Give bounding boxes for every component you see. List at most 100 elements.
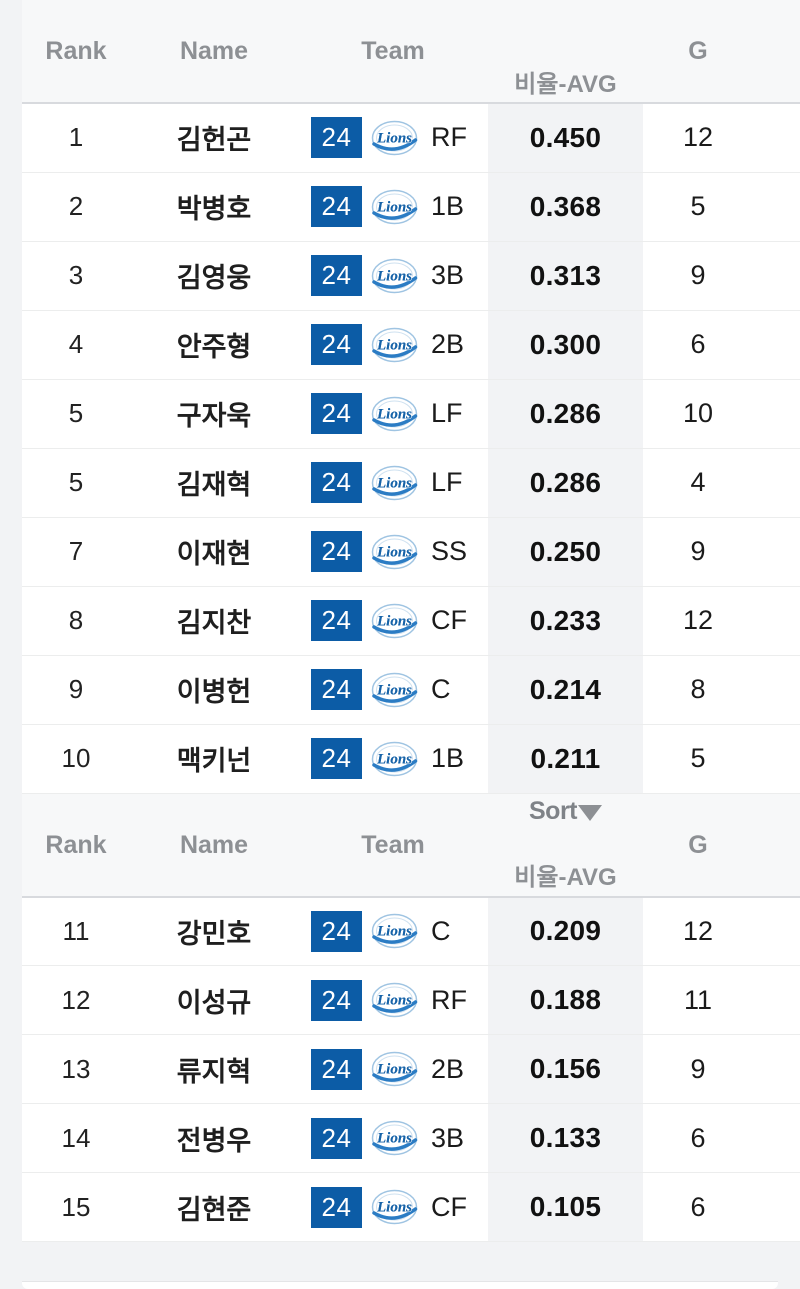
column-header-team[interactable]: Team [298, 0, 488, 104]
column-header-next-1[interactable]: I [753, 793, 800, 898]
column-header-g[interactable]: G [643, 793, 753, 898]
cell-avg: 0.209 [488, 896, 643, 966]
column-header-rank[interactable]: Rank [22, 793, 130, 898]
svg-text:Lions: Lions [376, 682, 412, 698]
cell-player-name[interactable]: 김재혁 [130, 448, 298, 518]
cell-rank: 2 [22, 172, 130, 242]
cell-team: 24 Lions Lions 2B [298, 1034, 488, 1104]
column-header-name-label: Name [179, 37, 249, 65]
cell-games: 6 [643, 1103, 753, 1173]
cell-avg: 0.214 [488, 655, 643, 725]
cell-team: 24 Lions Lions C [298, 896, 488, 966]
column-header-name[interactable]: Name [130, 793, 298, 898]
table-row[interactable]: 14 전병우 24 Lions Lions 3B 0.133 6 [22, 1103, 800, 1173]
cell-avg: 0.286 [488, 379, 643, 449]
jersey-number-badge: 24 [311, 462, 362, 503]
jersey-number-badge: 24 [311, 1186, 362, 1228]
cell-rank: 4 [22, 310, 130, 380]
table-row[interactable]: 11 강민호 24 Lions Lions C 0.209 12 [22, 896, 800, 966]
lions-logo-icon: LionsLions [371, 120, 418, 155]
cell-rank: 5 [22, 448, 130, 518]
sort-button[interactable]: Sort [529, 794, 602, 828]
player-position: RF [431, 122, 467, 153]
table-row[interactable]: 4 안주형 24 Lions Lions 2B 0.300 6 [22, 310, 800, 380]
jersey-number-badge: 24 [311, 979, 362, 1021]
table-row[interactable]: 2 박병호 24 Lions Lions 1B 0.368 5 [22, 172, 800, 242]
table-row[interactable]: 5 김재혁 24 Lions Lions LF 0.286 4 [22, 448, 800, 518]
cell-player-name[interactable]: 류지혁 [130, 1034, 298, 1104]
lions-logo-icon: LionsLions [371, 1051, 418, 1087]
column-header-next-1[interactable]: I [753, 0, 800, 104]
table-row[interactable]: 13 류지혁 24 Lions Lions 2B 0.156 9 [22, 1034, 800, 1104]
lions-logo-icon: LionsLions [371, 1120, 418, 1156]
player-position: SS [431, 536, 468, 566]
table-row[interactable]: 1 김헌곤 24 Lions Lions RF 0.450 12 [22, 103, 800, 173]
cell-rank: 10 [22, 724, 130, 794]
cell-player-name[interactable]: 구자욱 [130, 379, 298, 449]
table-header-2: Rank Name Team Sort 비율-AVG G [22, 793, 800, 898]
cell-team: 24 Lions Lions 3B [298, 241, 488, 311]
cell-player-name[interactable]: 이성규 [130, 965, 298, 1035]
column-header-team[interactable]: Team [298, 793, 488, 898]
cell-games: 5 [643, 724, 753, 794]
svg-text:Lions: Lions [376, 751, 412, 767]
table-row[interactable]: 5 구자욱 24 Lions Lions LF 0.286 10 [22, 379, 800, 449]
cell-player-name[interactable]: 박병호 [130, 172, 298, 242]
cell-next-1 [753, 379, 800, 449]
stats-table-section-2: Rank Name Team Sort 비율-AVG G 11 강민호 24 L… [22, 793, 800, 1242]
column-header-name[interactable]: Name [130, 0, 298, 104]
svg-text:Lions: Lions [376, 613, 412, 629]
column-header-rank[interactable]: Rank [22, 0, 130, 104]
table-row[interactable]: 8 김지찬 24 Lions Lions CF 0.233 12 [22, 586, 800, 656]
cell-next-1 [753, 103, 800, 173]
cell-games: 9 [643, 517, 753, 587]
sort-descending-caret-icon [578, 804, 602, 821]
cell-games: 5 [643, 172, 753, 242]
svg-text:Lions: Lions [376, 475, 412, 491]
lions-logo-icon: LionsLions [371, 189, 418, 224]
column-header-avg-sortable[interactable]: Sort 비율-AVG [488, 793, 643, 898]
cell-rank: 7 [22, 517, 130, 587]
cell-player-name[interactable]: 맥키넌 [130, 724, 298, 794]
cell-player-name[interactable]: 이재현 [130, 517, 298, 587]
cell-team: 24 Lions Lions CF [298, 1172, 488, 1242]
table-row[interactable]: 12 이성규 24 Lions Lions RF 0.188 11 [22, 965, 800, 1035]
player-position: 1B [431, 743, 465, 773]
column-header-avg[interactable]: 비율-AVG [488, 0, 643, 104]
svg-text:Lions: Lions [376, 544, 412, 560]
column-header-g[interactable]: G [643, 0, 753, 104]
cell-avg: 0.450 [488, 103, 643, 173]
cell-next-1 [753, 965, 800, 1035]
cell-player-name[interactable]: 김헌곤 [130, 103, 298, 173]
cell-games: 6 [643, 310, 753, 380]
cell-rank: 11 [22, 896, 130, 966]
lions-logo-icon: LionsLions [371, 327, 418, 362]
cell-player-name[interactable]: 안주형 [130, 310, 298, 380]
cell-player-name[interactable]: 김지찬 [130, 586, 298, 656]
table-row[interactable]: 3 김영웅 24 Lions Lions 3B 0.313 9 [22, 241, 800, 311]
lions-logo-icon: LionsLions [371, 741, 418, 776]
table-row[interactable]: 9 이병헌 24 Lions Lions C 0.214 8 [22, 655, 800, 725]
table-row[interactable]: 15 김현준 24 Lions Lions CF 0.105 6 [22, 1172, 800, 1242]
jersey-number-badge: 24 [311, 393, 362, 434]
cell-rank: 9 [22, 655, 130, 725]
table-row[interactable]: 7 이재현 24 Lions Lions SS 0.250 9 [22, 517, 800, 587]
svg-text:Lions: Lions [376, 1200, 412, 1216]
player-position: 2B [431, 329, 465, 359]
player-position: 3B [431, 1122, 465, 1153]
cell-player-name[interactable]: 김현준 [130, 1172, 298, 1242]
jersey-number-badge: 24 [311, 669, 362, 710]
column-header-g-label: G [688, 830, 708, 859]
lions-logo-icon: LionsLions [371, 672, 418, 707]
cell-player-name[interactable]: 김영웅 [130, 241, 298, 311]
lions-logo-icon: LionsLions [371, 914, 418, 949]
cell-games: 9 [643, 241, 753, 311]
cell-player-name[interactable]: 전병우 [130, 1103, 298, 1173]
table-row[interactable]: 10 맥키넌 24 Lions Lions 1B 0.211 5 [22, 724, 800, 794]
cell-player-name[interactable]: 강민호 [130, 896, 298, 966]
cell-rank: 3 [22, 241, 130, 311]
cell-avg: 0.188 [488, 965, 643, 1035]
cell-player-name[interactable]: 이병헌 [130, 655, 298, 725]
column-header-team-label: Team [361, 37, 425, 65]
svg-text:Lions: Lions [376, 199, 412, 215]
